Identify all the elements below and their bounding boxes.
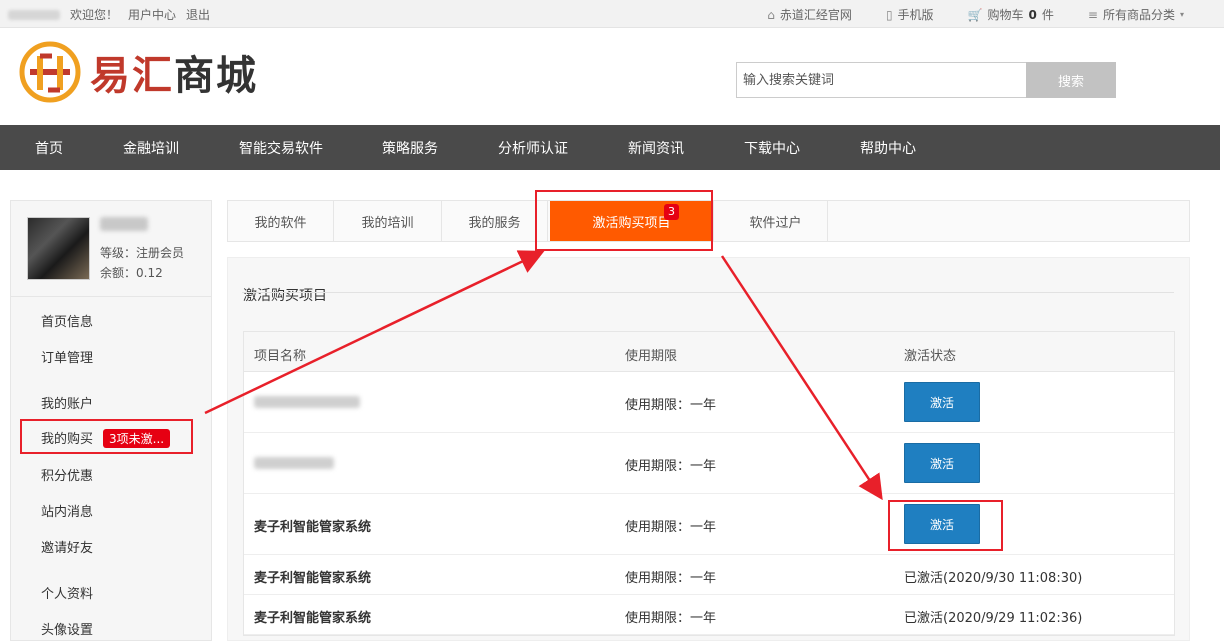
term-cell: 使用期限：一年 [625, 459, 717, 474]
search-button[interactable]: 搜索 [1026, 62, 1116, 98]
tab-activate-purchases-label: 激活购买项目 [592, 215, 671, 231]
table-row: 麦子利智能管家系统 使用期限：一年 激活 [244, 494, 1174, 555]
logo-text-dark: 商城 [174, 52, 258, 99]
logo-text-red: 易汇 [90, 52, 174, 99]
table-row: 使用期限：一年 激活 [244, 372, 1174, 433]
status-cell: 已激活(2020/9/30 11:08:30) [904, 571, 1083, 586]
tab-count-badge: 3 [664, 204, 679, 220]
activate-button[interactable]: 激活 [904, 382, 980, 422]
official-site-link[interactable]: ⌂ 赤道汇经官网 [767, 6, 852, 23]
unactivated-badge: 3项未激... [103, 429, 171, 448]
col-term: 使用期限 [625, 349, 678, 364]
tab-activate-purchases[interactable]: 激活购买项目 3 [550, 201, 714, 241]
nav-item-download[interactable]: 下载中心 [744, 138, 860, 158]
username-blurred [8, 9, 60, 20]
menu-icon: ≡ [1087, 7, 1098, 22]
project-name-blurred [254, 457, 334, 469]
user-center-link[interactable]: 用户中心 [128, 6, 176, 23]
logout-link[interactable]: 退出 [186, 6, 210, 23]
term-cell: 使用期限：一年 [625, 611, 717, 626]
tab-my-services[interactable]: 我的服务 [442, 201, 548, 241]
table-row: 使用期限：一年 激活 [244, 433, 1174, 494]
cart-link[interactable]: 🛒 购物车 0 件 [968, 6, 1054, 23]
activate-button[interactable]: 激活 [904, 443, 980, 483]
purchases-table: 项目名称 使用期限 激活状态 使用期限：一年 激活 使用期限：一年 激活 麦子利… [243, 331, 1175, 636]
term-cell: 使用期限：一年 [625, 398, 717, 413]
search-input[interactable] [736, 62, 1026, 98]
col-status: 激活状态 [904, 349, 957, 364]
nav-item-strategy[interactable]: 策略服务 [382, 138, 498, 158]
search-bar: 搜索 [736, 62, 1116, 98]
nav-item-finance-training[interactable]: 金融培训 [123, 138, 239, 158]
welcome-text: 欢迎您！ [70, 8, 119, 22]
home-icon: ⌂ [767, 7, 775, 22]
term-cell: 使用期限：一年 [625, 520, 717, 535]
nav-item-help[interactable]: 帮助中心 [860, 138, 952, 158]
top-bar-left: 欢迎您！ 用户中心 退出 [8, 6, 210, 23]
sidebar-item-my-purchases-label: 我的购买 [41, 432, 94, 447]
project-name-blurred [254, 396, 360, 408]
sidebar-item-home-info[interactable]: 首页信息 [41, 311, 93, 330]
project-name-cell: 麦子利智能管家系统 [254, 611, 372, 626]
table-header: 项目名称 使用期限 激活状态 [244, 332, 1174, 372]
sidebar-item-account[interactable]: 我的账户 [41, 393, 93, 412]
caret-down-icon: ▾ [1179, 10, 1184, 19]
sidebar-item-messages[interactable]: 站内消息 [41, 501, 93, 520]
status-cell: 已激活(2020/9/29 11:02:36) [904, 611, 1083, 626]
sidebar-item-invite[interactable]: 邀请好友 [41, 537, 93, 556]
avatar[interactable] [27, 217, 90, 280]
nav-item-news[interactable]: 新闻资讯 [628, 138, 744, 158]
sidebar-item-points[interactable]: 积分优惠 [41, 465, 93, 484]
cart-unit: 件 [1041, 8, 1054, 22]
content-panel: 激活购买项目 项目名称 使用期限 激活状态 使用期限：一年 激活 使用期限：一年… [227, 257, 1190, 641]
panel-title: 激活购买项目 [243, 288, 327, 304]
sidebar-item-avatar-settings[interactable]: 头像设置 [41, 619, 93, 638]
nav-item-smart-trading[interactable]: 智能交易软件 [239, 138, 382, 158]
sidebar-item-profile[interactable]: 个人资料 [41, 583, 93, 602]
project-name-cell: 麦子利智能管家系统 [254, 571, 372, 586]
panel-divider [242, 292, 1174, 293]
activate-button[interactable]: 激活 [904, 504, 980, 544]
tab-bar: 我的软件 我的培训 我的服务 激活购买项目 3 软件过户 [227, 200, 1190, 242]
sidebar-item-my-purchases[interactable]: 我的购买 3项未激... [41, 428, 171, 448]
cart-icon: 🛒 [967, 7, 983, 22]
top-bar: 欢迎您！ 用户中心 退出 ⌂ 赤道汇经官网 ▯ 手机版 🛒 购物车 0 件 ≡ … [0, 0, 1224, 28]
account-balance: 余额：0.12 [100, 266, 163, 280]
categories-label: 所有商品分类 [1102, 8, 1175, 22]
cart-count: 0 [1028, 7, 1037, 22]
sidebar: 等级：注册会员 余额：0.12 首页信息 订单管理 我的账户 我的购买 3项未激.… [10, 200, 212, 641]
main-nav: 首页 金融培训 智能交易软件 策略服务 分析师认证 新闻资讯 下载中心 帮助中心 [0, 125, 1220, 170]
profile-name-blurred [100, 217, 148, 231]
mobile-icon: ▯ [885, 7, 893, 22]
logo[interactable]: 易汇商城 [16, 38, 258, 106]
table-row: 麦子利智能管家系统 使用期限：一年 已激活(2020/9/30 11:08:30… [244, 555, 1174, 595]
header: 易汇商城 搜索 [0, 28, 1224, 125]
mobile-link[interactable]: ▯ 手机版 [886, 6, 934, 23]
tab-my-software[interactable]: 我的软件 [228, 201, 334, 241]
tab-my-training[interactable]: 我的培训 [334, 201, 442, 241]
project-name-cell: 麦子利智能管家系统 [254, 520, 372, 535]
tab-software-transfer[interactable]: 软件过户 [724, 201, 828, 241]
sidebar-item-orders[interactable]: 订单管理 [41, 347, 93, 366]
top-bar-right: ⌂ 赤道汇经官网 ▯ 手机版 🛒 购物车 0 件 ≡ 所有商品分类 ▾ [767, 6, 1184, 23]
logo-text: 易汇商城 [90, 43, 258, 101]
nav-item-home[interactable]: 首页 [0, 138, 123, 158]
categories-dropdown[interactable]: ≡ 所有商品分类 ▾ [1088, 6, 1184, 23]
profile-card: 等级：注册会员 余额：0.12 [11, 201, 211, 297]
logo-mark-icon [19, 41, 81, 103]
member-level: 等级：注册会员 [100, 246, 185, 260]
mobile-label: 手机版 [897, 8, 934, 22]
col-project-name: 项目名称 [254, 349, 307, 364]
official-site-label: 赤道汇经官网 [779, 8, 852, 22]
cart-label: 购物车 [987, 8, 1024, 22]
table-row: 麦子利智能管家系统 使用期限：一年 已激活(2020/9/29 11:02:36… [244, 595, 1174, 635]
nav-item-analyst[interactable]: 分析师认证 [498, 138, 628, 158]
term-cell: 使用期限：一年 [625, 571, 717, 586]
